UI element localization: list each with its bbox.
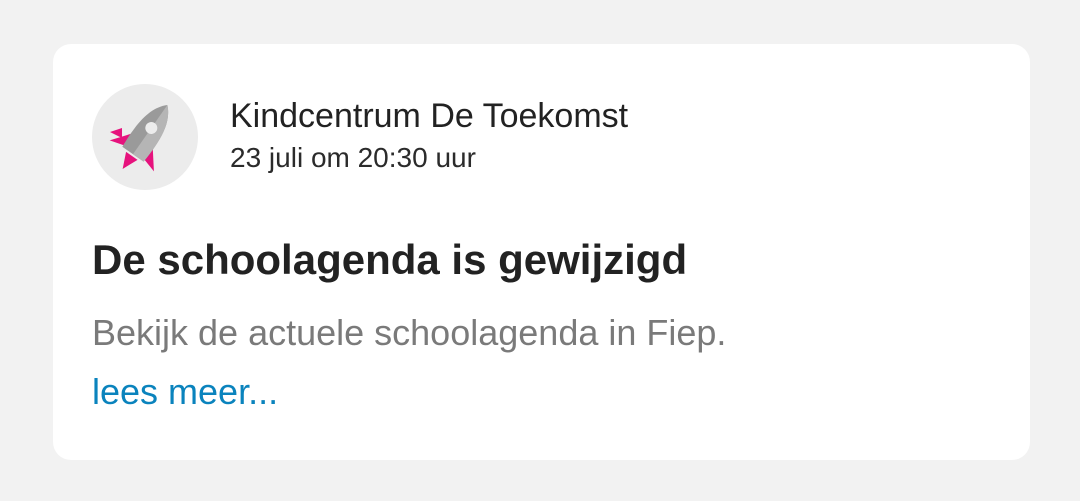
school-avatar xyxy=(92,84,198,190)
post-body: Bekijk de actuele schoolagenda in Fiep. xyxy=(92,312,727,353)
post-timestamp: 23 juli om 20:30 uur xyxy=(230,142,476,173)
organization-name: Kindcentrum De Toekomst xyxy=(230,97,629,135)
read-more-link[interactable]: lees meer... xyxy=(92,369,278,415)
rocket-icon xyxy=(109,105,169,172)
post-title: De schoolagenda is gewijzigd xyxy=(92,236,688,283)
notification-card[interactable]: Kindcentrum De Toekomst 23 juli om 20:30… xyxy=(53,44,1030,460)
